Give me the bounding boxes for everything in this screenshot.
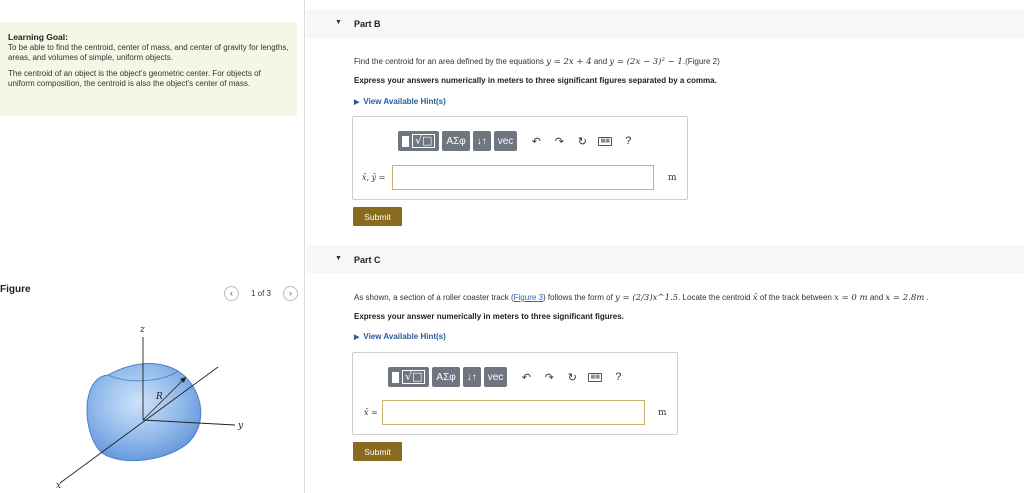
caret-right-icon: ▶ [354,334,360,341]
part-c-question-between: of the track between [757,293,835,302]
vec-button[interactable]: vec [493,131,518,151]
part-c-question-locate: . Locate the centroid [678,293,753,302]
part-c-equation-2: x = 0 m [834,293,868,303]
keyboard-icon[interactable]: ▦▦ [585,367,605,387]
reset-icon[interactable]: ↻ [572,131,592,151]
template-button[interactable]: √□ [398,131,440,151]
part-b-question-and: and [591,57,610,66]
part-c-question-text: As shown, a section of a roller coaster … [354,293,514,302]
chevron-right-icon[interactable]: › [282,285,298,301]
arrows-label: ↓↑ [466,371,477,383]
learning-goal-text-2: The centroid of an object is the object'… [8,69,261,88]
part-b-answer-label: x̄, ȳ = [362,173,386,182]
help-label: ? [615,371,622,383]
part-b-equation-2: y = (2x − 3)² − 1 [609,57,683,67]
part-b-answer-input[interactable] [392,165,654,190]
vec-label: vec [487,371,504,383]
page: Learning Goal: To be able to find the ce… [0,0,1024,493]
part-b-title: Part B [354,19,381,29]
part-c-equation-1: y = (2/3)x^1.5 [615,293,679,303]
redo-icon[interactable]: ↷ [549,131,569,151]
part-b-question: Find the centroid for an area defined by… [354,57,720,67]
part-c-equation-3: x = 2.8m [885,293,925,303]
arrows-button[interactable]: ↓↑ [462,367,481,387]
undo-icon[interactable]: ↶ [526,131,546,151]
axis-x-label: x [56,481,61,490]
radius-label: R [155,392,163,402]
part-b-unit: m [668,173,677,183]
axis-z-label: z [139,325,145,335]
greek-button[interactable]: ΑΣφ [432,367,460,387]
part-c-figure-link[interactable]: Figure 3 [514,293,543,302]
right-panel: ▼ Part B Find the centroid for an area d… [306,0,1024,493]
part-c-unit: m [658,408,667,418]
learning-goal-box: Learning Goal: To be able to find the ce… [0,22,297,116]
part-b-math-toolbar: √□ ΑΣφ ↓↑ vec ↶ ↷ ↻ ▦▦ ? [398,131,638,151]
caret-down-icon[interactable]: ▼ [335,19,342,26]
part-b-hint-label: View Available Hint(s) [363,97,446,106]
undo-icon[interactable]: ↶ [516,367,536,387]
part-b-figure-link[interactable]: (Figure 2) [685,57,720,66]
redo-icon[interactable]: ↷ [539,367,559,387]
radical-icon: √□ [402,370,426,384]
figure-pager: ‹ 1 of 3 › [224,284,298,302]
part-b-header[interactable]: ▼ Part B [306,10,1024,38]
part-c-question-end: . [924,293,929,302]
reset-icon[interactable]: ↻ [562,367,582,387]
keyboard-icon[interactable]: ▦▦ [595,131,615,151]
help-label: ? [625,135,632,147]
arrows-label: ↓↑ [476,135,487,147]
part-b-submit-button[interactable]: Submit [353,207,402,226]
part-c-header[interactable]: ▼ Part C [306,245,1024,273]
left-panel: Learning Goal: To be able to find the ce… [0,0,305,493]
radical-icon: √□ [412,134,436,148]
part-c-instruction: Express your answer numerically in meter… [354,312,624,321]
part-b-instruction: Express your answers numerically in mete… [354,76,717,85]
help-button[interactable]: ? [608,367,628,387]
axis-y-label: y [237,421,244,431]
greek-label: ΑΣφ [436,371,456,383]
arrows-button[interactable]: ↓↑ [472,131,491,151]
greek-label: ΑΣφ [446,135,466,147]
chevron-left-icon[interactable]: ‹ [224,285,239,301]
hemisphere-figure: z y x R [56,325,244,490]
part-b-answer-box: √□ ΑΣφ ↓↑ vec ↶ ↷ ↻ ▦▦ ? x̄, ȳ = m [352,116,688,200]
part-c-answer-box: √□ ΑΣφ ↓↑ vec ↶ ↷ ↻ ▦▦ ? x̄ = m [352,352,678,435]
part-c-title: Part C [354,255,381,265]
part-c-hint-label: View Available Hint(s) [363,332,446,341]
part-b-equation-1: y = 2x + 4 [546,57,592,67]
part-c-question: As shown, a section of a roller coaster … [354,293,929,303]
part-c-question-and: and [867,293,886,302]
help-button[interactable]: ? [618,131,638,151]
caret-down-icon[interactable]: ▼ [335,255,342,262]
vec-label: vec [497,135,514,147]
vec-button[interactable]: vec [483,367,508,387]
learning-goal-text: To be able to find the centroid, center … [8,43,289,62]
caret-right-icon: ▶ [354,99,360,106]
part-c-answer-input[interactable] [382,400,645,425]
part-c-hint-toggle[interactable]: ▶ View Available Hint(s) [354,332,446,341]
figure-label: Figure [0,284,31,295]
figure-page-indicator: 1 of 3 [250,288,271,298]
learning-goal-title: Learning Goal: [8,32,68,42]
greek-button[interactable]: ΑΣφ [442,131,470,151]
part-b-hint-toggle[interactable]: ▶ View Available Hint(s) [354,97,446,106]
part-c-submit-button[interactable]: Submit [353,442,402,461]
part-b-question-text: Find the centroid for an area defined by… [354,57,547,66]
template-button[interactable]: √□ [388,367,430,387]
part-c-question-mid: ) follows the form of [542,293,616,302]
part-c-math-toolbar: √□ ΑΣφ ↓↑ vec ↶ ↷ ↻ ▦▦ ? [388,367,628,387]
part-c-answer-label: x̄ = [364,408,378,417]
